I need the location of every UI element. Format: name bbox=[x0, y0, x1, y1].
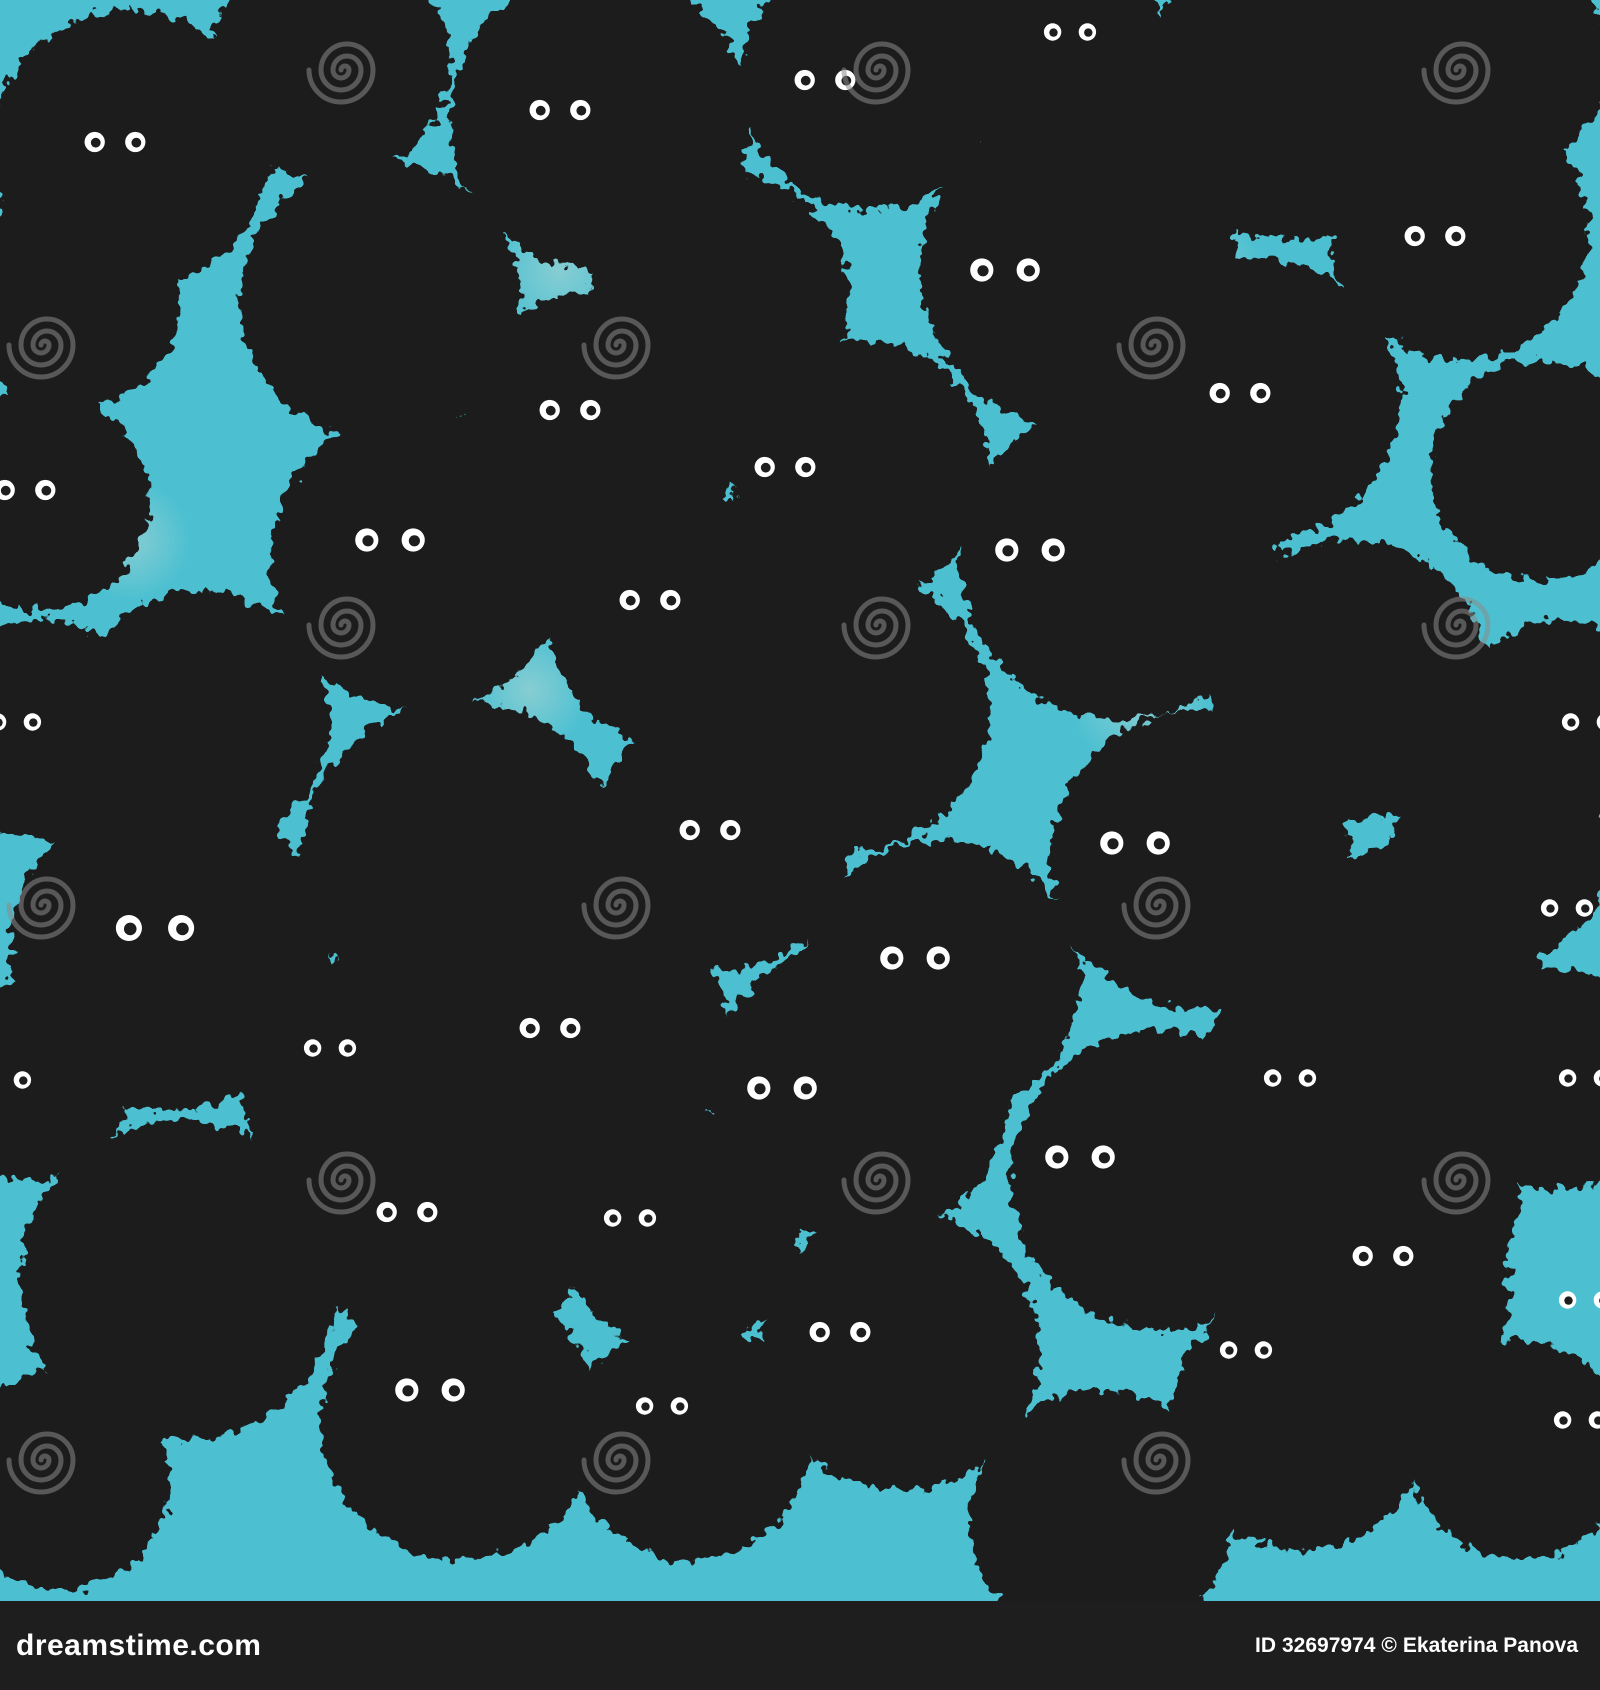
eye-pupil bbox=[1451, 231, 1462, 242]
eye-pupil bbox=[676, 1402, 685, 1411]
eye-pupil bbox=[41, 485, 52, 496]
eye-pupil bbox=[382, 1207, 393, 1218]
eye-pupil bbox=[576, 105, 587, 116]
footer-id-label: ID bbox=[1254, 1633, 1276, 1657]
eye-pupil bbox=[344, 1044, 353, 1053]
eye-pupil bbox=[1215, 388, 1226, 399]
fuzzy-creature-body bbox=[560, 1110, 800, 1350]
eye-pupil bbox=[545, 405, 556, 416]
eye-pupil bbox=[1567, 718, 1576, 727]
fuzzy-creature-pattern bbox=[0, 0, 1600, 1601]
eye-pupil bbox=[90, 137, 101, 148]
eye-pupil bbox=[535, 105, 546, 116]
eye-pupil bbox=[1581, 904, 1590, 913]
eye-pupil bbox=[1260, 1346, 1269, 1355]
eye-pupil bbox=[1023, 265, 1035, 277]
eye-pupil bbox=[800, 75, 811, 86]
eye-pupil bbox=[1399, 1251, 1410, 1262]
eye-pupil bbox=[609, 1214, 618, 1223]
eye-pupil bbox=[1358, 1251, 1369, 1262]
eye-pupil bbox=[586, 405, 597, 416]
eye-pupil bbox=[800, 1083, 813, 1095]
eye-pupil bbox=[801, 462, 812, 473]
eye-pupil bbox=[402, 1385, 414, 1397]
stock-image: dreamstime.com ID 32697974 © Ekaterina P… bbox=[0, 0, 1600, 1690]
eye-pupil bbox=[1304, 1074, 1313, 1083]
eye-pupil bbox=[1052, 1152, 1064, 1164]
eye-pupil bbox=[933, 953, 946, 965]
footer-author: Ekaterina Panova bbox=[1402, 1633, 1578, 1657]
eye-pupil bbox=[1225, 1346, 1234, 1355]
eye-pupil bbox=[977, 265, 989, 277]
eye-pupil bbox=[1410, 231, 1421, 242]
eye-pupil bbox=[685, 825, 696, 836]
eye-pupil bbox=[644, 1214, 653, 1223]
eye-pupil bbox=[1107, 838, 1119, 850]
eye-pupil bbox=[309, 1044, 318, 1053]
eye-pupil bbox=[423, 1207, 434, 1218]
eye-pupil bbox=[1084, 28, 1093, 37]
eye-pupil bbox=[1564, 1074, 1573, 1083]
eye-pupil bbox=[1256, 388, 1267, 399]
eye-pupil bbox=[887, 953, 899, 965]
eye-pupil bbox=[754, 1083, 766, 1095]
eye-pupil bbox=[1564, 1296, 1573, 1305]
eye-pupil bbox=[1002, 545, 1014, 557]
eye-pupil bbox=[1269, 1074, 1278, 1083]
eye-pupil bbox=[760, 462, 771, 473]
eye-pupil bbox=[666, 595, 677, 606]
eye-pupil bbox=[1048, 545, 1060, 557]
eye-pupil bbox=[29, 718, 38, 727]
eye-pupil bbox=[123, 922, 137, 936]
eye-pupil bbox=[1098, 1152, 1110, 1164]
eye-pupil bbox=[19, 1076, 28, 1085]
eye-pupil bbox=[856, 1327, 867, 1338]
eye-pupil bbox=[362, 535, 374, 547]
eye-pupil bbox=[1153, 838, 1165, 850]
eye-pupil bbox=[525, 1023, 536, 1034]
footer-id-value: 32697974 bbox=[1281, 1633, 1376, 1657]
footer-copyright-symbol: © bbox=[1381, 1633, 1397, 1657]
eye-pupil bbox=[1049, 28, 1058, 37]
eye-pupil bbox=[408, 535, 420, 547]
eye-pupil bbox=[1559, 1416, 1568, 1425]
eye-pupil bbox=[566, 1023, 577, 1034]
eye-pupil bbox=[641, 1402, 650, 1411]
footer-bar: dreamstime.com ID 32697974 © Ekaterina P… bbox=[0, 1601, 1600, 1690]
footer-site-name: dreamstime.com bbox=[16, 1628, 262, 1662]
eye-pupil bbox=[131, 137, 142, 148]
eye-pupil bbox=[815, 1327, 826, 1338]
eye-pupil bbox=[448, 1385, 460, 1397]
eye-pupil bbox=[625, 595, 636, 606]
footer-credit: ID 32697974 © Ekaterina Panova bbox=[1255, 1634, 1578, 1658]
eye-pupil bbox=[0, 485, 11, 496]
eye-pupil bbox=[1546, 904, 1555, 913]
eye-pupil bbox=[726, 825, 737, 836]
eye-pupil bbox=[176, 922, 189, 936]
fuzzy-creature-body bbox=[320, 1280, 600, 1560]
